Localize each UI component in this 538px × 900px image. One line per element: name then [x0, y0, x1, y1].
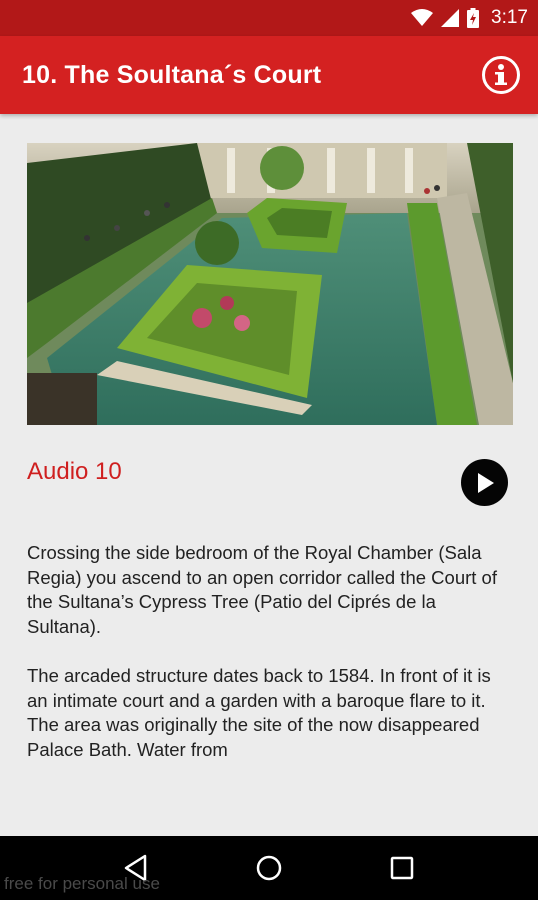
home-icon	[256, 855, 282, 881]
signal-icon	[441, 9, 460, 27]
watermark: free for personal use	[4, 874, 160, 893]
court-photo	[27, 143, 513, 425]
page-title: 10. The Soultana´s Court	[22, 60, 322, 89]
description-paragraph-1: Crossing the side bedroom of the Royal C…	[27, 542, 497, 637]
audio-label: Audio 10	[27, 458, 122, 485]
play-icon	[477, 472, 494, 493]
info-icon	[495, 64, 507, 85]
play-button[interactable]	[461, 459, 508, 506]
description-paragraph-2: The arcaded structure dates back to 1584…	[27, 664, 491, 760]
status-bar: 3:17	[0, 0, 538, 36]
garden-photo	[27, 143, 513, 425]
wifi-icon	[411, 9, 434, 26]
home-button[interactable]	[249, 848, 289, 888]
description-text: Crossing the side bedroom of the Royal C…	[27, 541, 513, 787]
info-button[interactable]	[482, 56, 520, 94]
recents-icon	[390, 856, 413, 880]
recents-button[interactable]	[382, 848, 422, 888]
status-icons: 3:17	[411, 7, 528, 29]
app-bar: 10. The Soultana´s Court	[0, 36, 538, 114]
battery-icon	[467, 8, 480, 28]
status-time: 3:17	[491, 7, 528, 28]
